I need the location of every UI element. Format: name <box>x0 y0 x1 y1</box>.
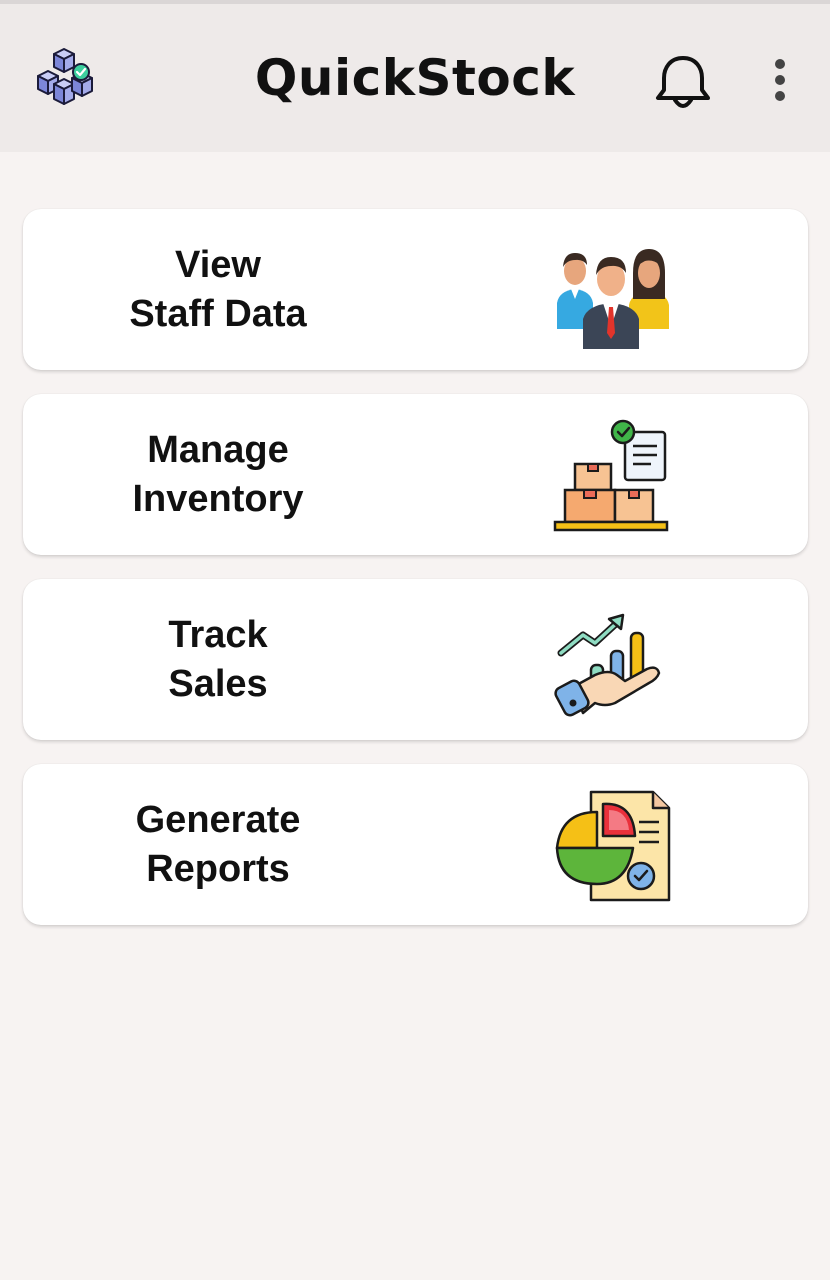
menu-card-label: Manage Inventory <box>132 428 304 520</box>
menu-card-manage-inventory[interactable]: Manage Inventory <box>23 394 808 555</box>
sales-chart-hand-icon <box>554 613 661 717</box>
menu-card-label: View Staff Data <box>129 243 307 335</box>
app-bar: QuickStock <box>0 4 830 152</box>
menu-card-track-sales[interactable]: Track Sales <box>23 579 808 740</box>
menu-card-label: Generate Reports <box>135 798 301 890</box>
more-vertical-icon[interactable] <box>760 56 800 108</box>
menu-card-label: Track Sales <box>168 613 268 705</box>
inventory-boxes-icon <box>553 419 669 532</box>
staff-group-icon <box>557 249 669 349</box>
menu-card-view-staff-data[interactable]: View Staff Data <box>23 209 808 370</box>
menu-card-generate-reports[interactable]: Generate Reports <box>23 764 808 925</box>
bell-icon[interactable] <box>650 50 716 116</box>
report-pie-chart-icon <box>555 790 671 902</box>
